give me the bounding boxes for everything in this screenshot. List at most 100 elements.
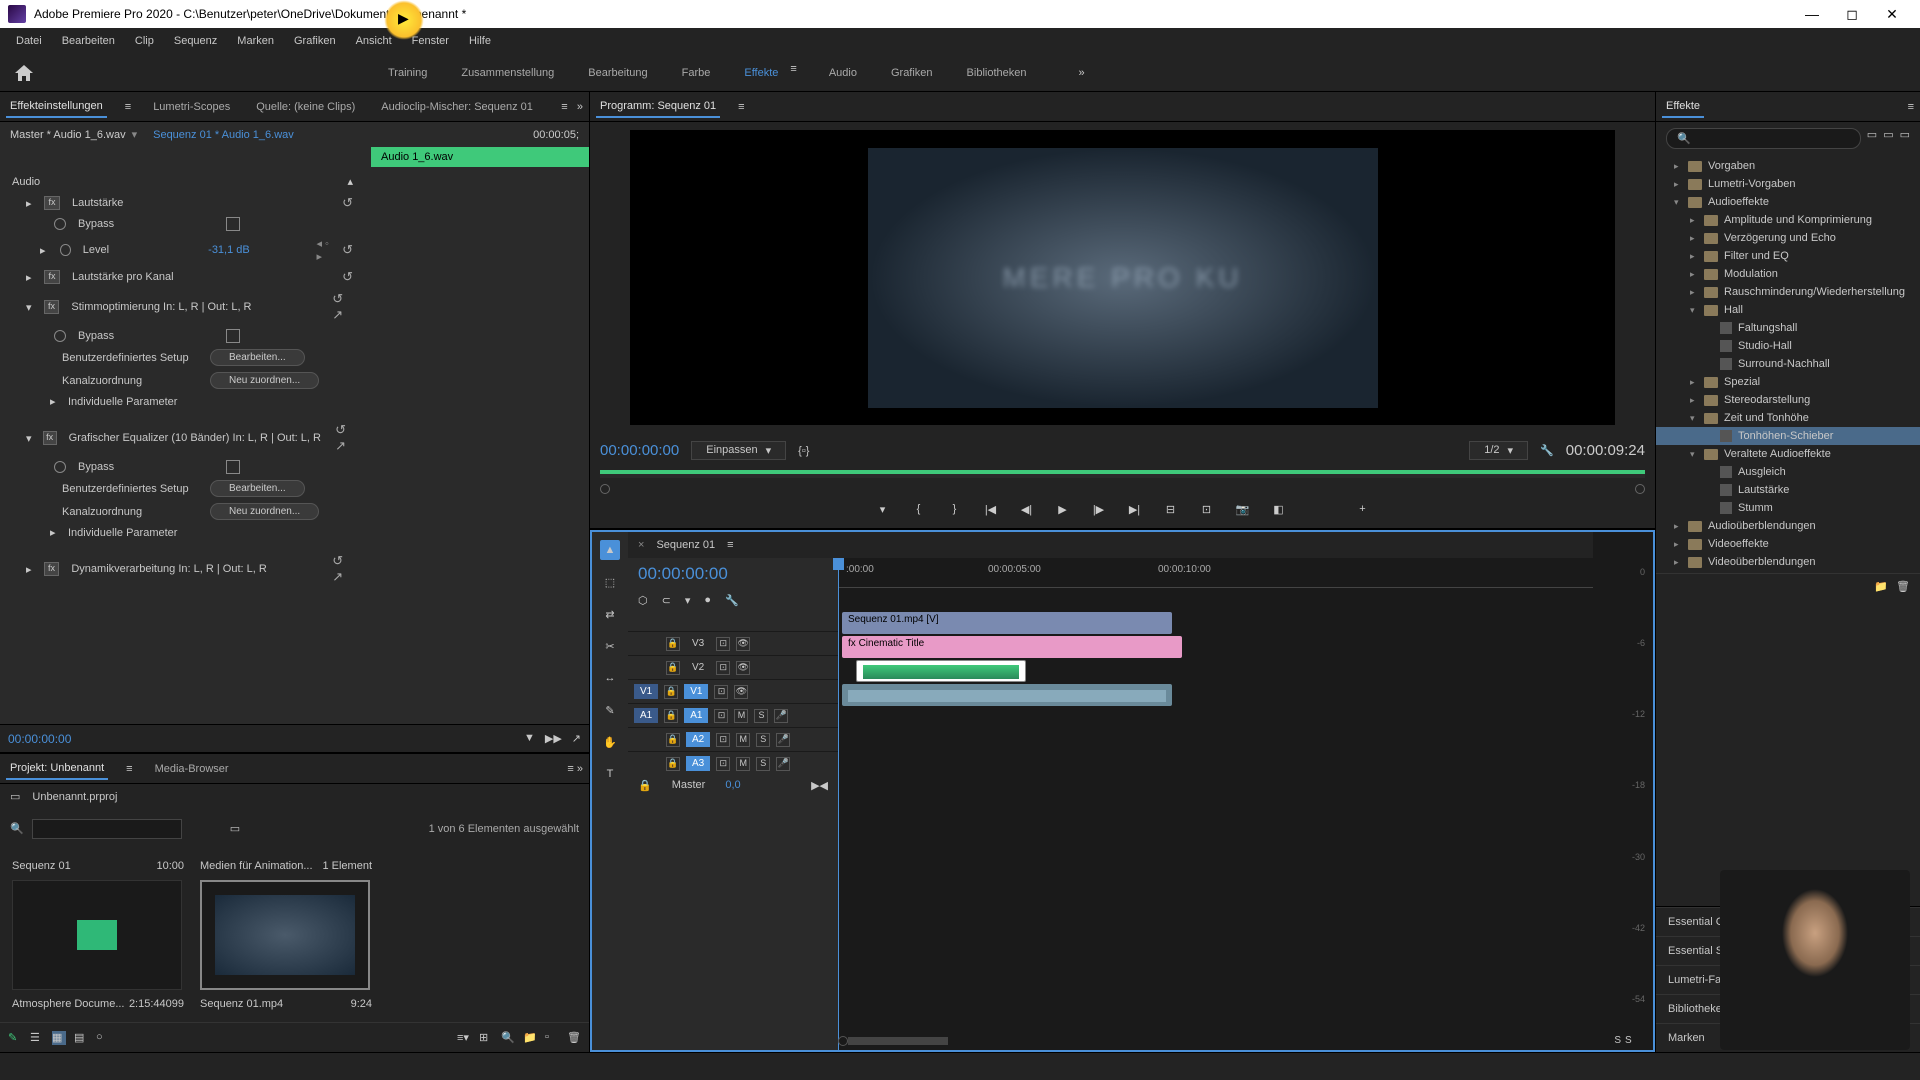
- sequence-clip-label[interactable]: Sequenz 01 * Audio 1_6.wav: [153, 129, 294, 141]
- lock-icon[interactable]: 🔒: [664, 709, 678, 723]
- new-bin-icon[interactable]: 📁: [523, 1031, 537, 1045]
- zoom-slider[interactable]: ○: [96, 1031, 110, 1045]
- expand-icon[interactable]: ▸: [40, 244, 48, 257]
- effect-folder-audio-berblendungen[interactable]: ▸Audioüberblendungen: [1656, 517, 1920, 535]
- source-patch[interactable]: A1: [634, 708, 658, 723]
- timeline-ruler[interactable]: :00:00 00:00:05:00 00:00:10:00: [838, 558, 1593, 588]
- linked-selection-icon[interactable]: ⊂: [662, 594, 671, 607]
- menu-ansicht[interactable]: Ansicht: [348, 33, 400, 49]
- menu-sequenz[interactable]: Sequenz: [166, 33, 225, 49]
- automate-icon[interactable]: ⊞: [479, 1031, 493, 1045]
- tab-project[interactable]: Projekt: Unbenannt: [6, 758, 108, 780]
- clip-audio[interactable]: [842, 684, 1172, 706]
- panel-menu-icon[interactable]: ≡: [125, 101, 131, 113]
- mute-button[interactable]: M: [736, 757, 750, 771]
- marker-icon[interactable]: ●: [704, 594, 711, 607]
- program-timecode-in[interactable]: 00:00:00:00: [600, 442, 679, 459]
- menu-hilfe[interactable]: Hilfe: [461, 33, 499, 49]
- add-marker-icon[interactable]: ▾: [685, 594, 691, 607]
- expand-icon[interactable]: ▸: [1690, 287, 1698, 298]
- zoom-scrollbar[interactable]: [848, 1037, 948, 1045]
- collapse-icon[interactable]: ▾: [1674, 197, 1682, 208]
- effect-folder-spezial[interactable]: ▸Spezial: [1656, 373, 1920, 391]
- workspace-grafiken[interactable]: Grafiken: [889, 63, 935, 83]
- track-target[interactable]: A2: [686, 732, 710, 747]
- effect-folder-stereodarstellung[interactable]: ▸Stereodarstellung: [1656, 391, 1920, 409]
- voice-over-icon[interactable]: 🎤: [776, 757, 790, 771]
- program-scrubber[interactable]: [600, 470, 1645, 478]
- workspace-bearbeitung[interactable]: Bearbeitung: [586, 63, 649, 83]
- toggle-sync-lock[interactable]: ⊡: [716, 661, 730, 675]
- effect-preset-lautst-rke[interactable]: Lautstärke: [1656, 481, 1920, 499]
- safe-margins-icon[interactable]: {▫}: [798, 445, 809, 457]
- ec-playhead-timecode[interactable]: 00:00:00:00: [8, 732, 71, 746]
- find-icon[interactable]: 🔍: [501, 1031, 515, 1045]
- remap-button[interactable]: Neu zuordnen...: [210, 372, 319, 389]
- master-level[interactable]: 0,0: [725, 779, 740, 792]
- icon-view-icon[interactable]: ▦: [52, 1031, 66, 1045]
- zoom-handle-right[interactable]: [1635, 484, 1645, 494]
- go-to-in-icon[interactable]: |◀: [982, 500, 1000, 518]
- new-item-icon[interactable]: ▫: [545, 1031, 559, 1045]
- 32bit-filter-icon[interactable]: ▭: [1883, 128, 1893, 149]
- solo-left[interactable]: S: [1614, 1035, 1621, 1046]
- expand-icon[interactable]: ▸: [1674, 179, 1682, 190]
- close-button[interactable]: ✕: [1872, 6, 1912, 23]
- expand-icon[interactable]: ▸: [26, 271, 36, 284]
- level-value[interactable]: -31,1 dB: [208, 244, 258, 256]
- slip-tool[interactable]: ↔: [600, 668, 620, 688]
- lock-icon[interactable]: 🔒: [638, 779, 652, 792]
- reset-icon[interactable]: ↺: [342, 269, 353, 285]
- effect-folder-vorgaben[interactable]: ▸Vorgaben: [1656, 157, 1920, 175]
- effect-preset-stumm[interactable]: Stumm: [1656, 499, 1920, 517]
- effect-folder-filter-und-eq[interactable]: ▸Filter und EQ: [1656, 247, 1920, 265]
- effect-preset-surround-nachhall[interactable]: Surround-Nachhall: [1656, 355, 1920, 373]
- expand-icon[interactable]: ▸: [1674, 539, 1682, 550]
- toggle-track-output[interactable]: 👁: [734, 685, 748, 699]
- fit-dropdown[interactable]: Einpassen▾: [691, 441, 786, 460]
- solo-button[interactable]: S: [754, 709, 768, 723]
- track-target[interactable]: A1: [684, 708, 708, 723]
- expand-icon[interactable]: ▸: [26, 563, 36, 576]
- export-icon[interactable]: ↗: [572, 732, 581, 745]
- effect-folder-rauschminderung-wiederherstellung[interactable]: ▸Rauschminderung/Wiederherstellung: [1656, 283, 1920, 301]
- home-icon[interactable]: [12, 62, 36, 84]
- comparison-view-icon[interactable]: ◧: [1270, 500, 1288, 518]
- lock-icon[interactable]: 🔒: [664, 685, 678, 699]
- clip-audio[interactable]: [856, 660, 1026, 682]
- panel-overflow-icon[interactable]: ≡ »: [567, 763, 583, 775]
- tab-lumetri-scopes[interactable]: Lumetri-Scopes: [149, 97, 234, 117]
- stopwatch-icon[interactable]: [54, 218, 66, 230]
- lift-icon[interactable]: ⊟: [1162, 500, 1180, 518]
- track-target[interactable]: V3: [686, 636, 710, 651]
- panel-menu-icon[interactable]: ≡ »: [561, 101, 583, 113]
- trash-icon[interactable]: 🗑: [1896, 580, 1910, 593]
- fx-badge[interactable]: fx: [44, 196, 60, 210]
- play-icon[interactable]: ▶: [1054, 500, 1072, 518]
- stopwatch-icon[interactable]: [60, 244, 70, 256]
- collapse-icon[interactable]: ▾: [26, 432, 35, 445]
- mute-button[interactable]: M: [736, 733, 750, 747]
- toggle-sync-lock[interactable]: ⊡: [716, 757, 730, 771]
- menu-fenster[interactable]: Fenster: [404, 33, 457, 49]
- mark-out-icon[interactable]: }: [946, 500, 964, 518]
- maximize-button[interactable]: ◻: [1832, 6, 1872, 23]
- clip-title[interactable]: fx Cinematic Title: [842, 636, 1182, 658]
- list-view-icon[interactable]: ☰: [30, 1031, 44, 1045]
- tab-audioclip-mischer-sequenz-[interactable]: Audioclip-Mischer: Sequenz 01: [377, 97, 537, 117]
- track-target[interactable]: V2: [686, 660, 710, 675]
- menu-clip[interactable]: Clip: [127, 33, 162, 49]
- track-target[interactable]: V1: [684, 684, 708, 699]
- clip-video[interactable]: Sequenz 01.mp4 [V]: [842, 612, 1172, 634]
- filter-icon[interactable]: ▼: [524, 732, 535, 745]
- close-sequence-icon[interactable]: ×: [638, 539, 644, 551]
- workspace-audio[interactable]: Audio: [827, 63, 859, 83]
- expand-icon[interactable]: ▸: [1690, 377, 1698, 388]
- toggle-sync-lock[interactable]: ⊡: [716, 637, 730, 651]
- toggle-sync-lock[interactable]: ⊡: [714, 685, 728, 699]
- expand-icon[interactable]: ▶◀: [811, 779, 828, 792]
- hand-tool[interactable]: ✋: [600, 732, 620, 752]
- effect-folder-zeit-und-tonh-he[interactable]: ▾Zeit und Tonhöhe: [1656, 409, 1920, 427]
- go-to-out-icon[interactable]: ▶|: [1126, 500, 1144, 518]
- bin-thumbnail[interactable]: [200, 880, 370, 990]
